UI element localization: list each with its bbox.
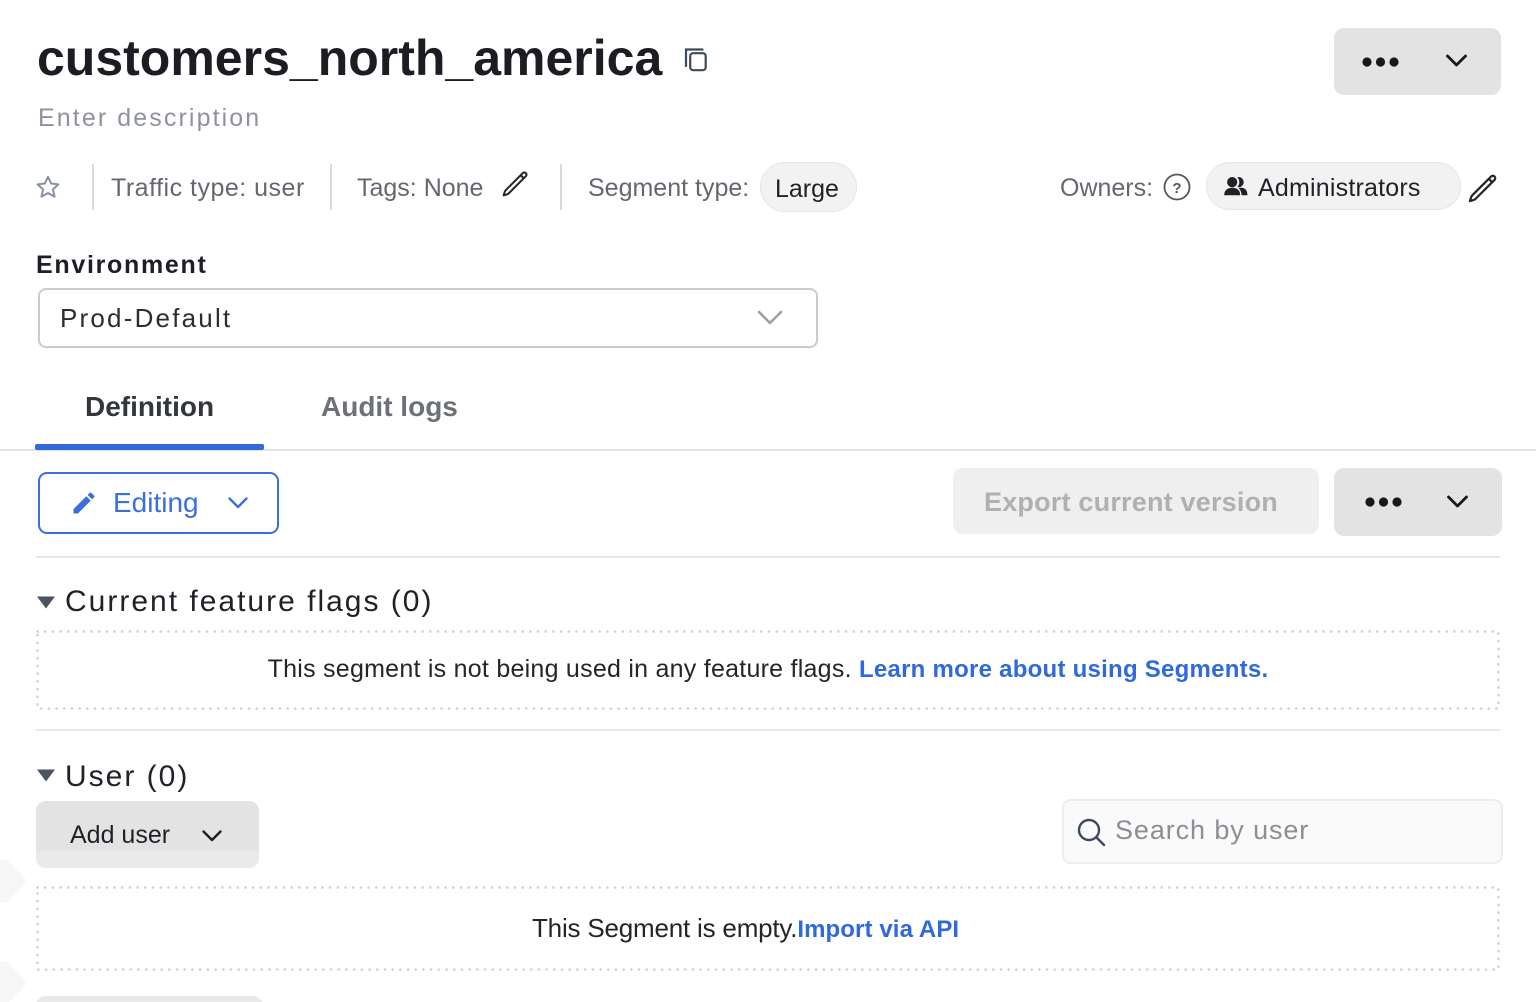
svg-text:?: ? <box>1172 180 1181 197</box>
